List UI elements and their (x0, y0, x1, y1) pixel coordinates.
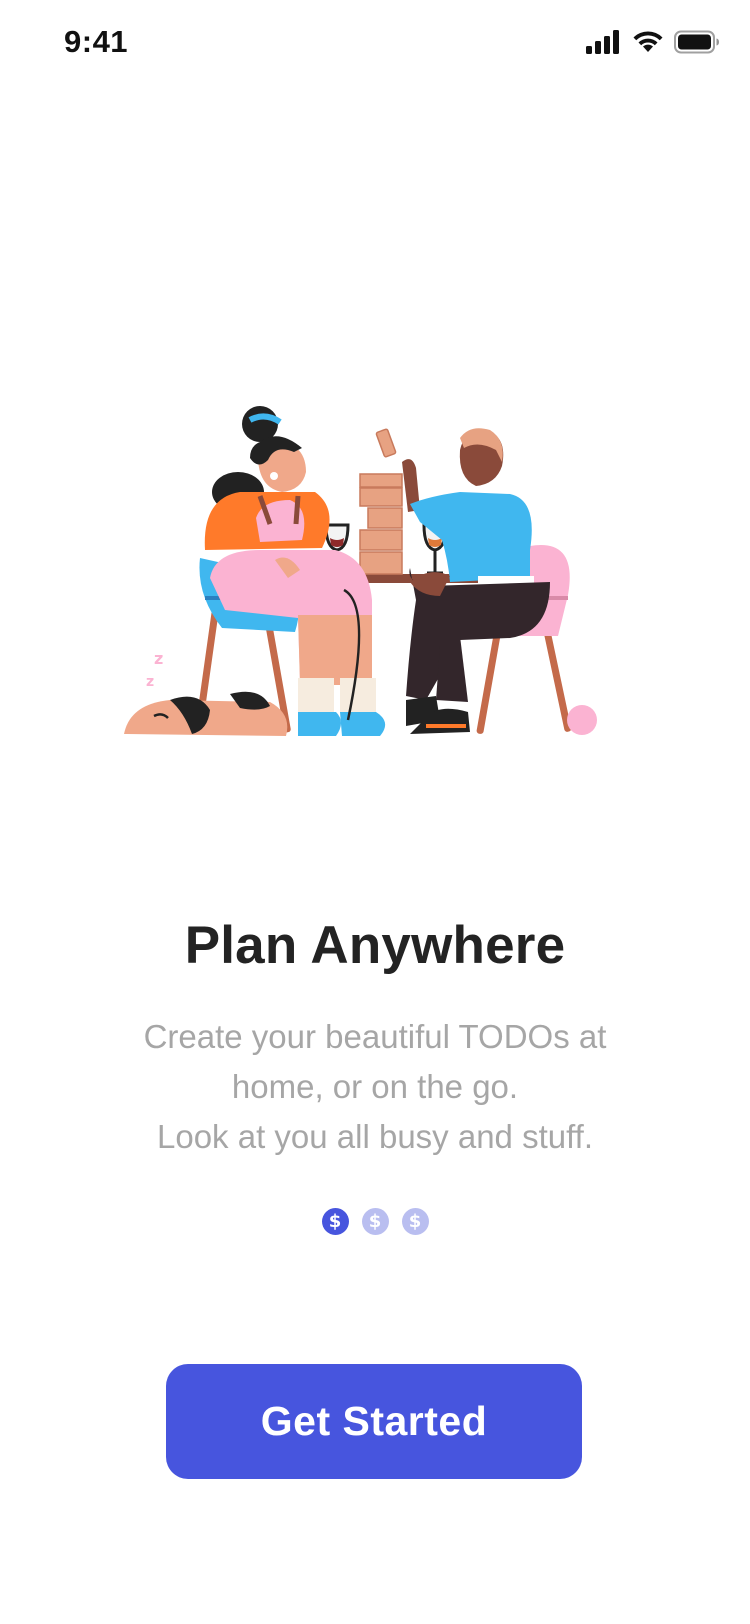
status-icons (586, 30, 720, 59)
status-bar: 9:41 (0, 0, 750, 90)
cellular-signal-icon (586, 30, 622, 59)
description-line: Create your beautiful TODOs at (143, 1018, 607, 1055)
page-dot-1-active[interactable]: $ (321, 1208, 349, 1235)
woman-figure (204, 406, 386, 736)
page-dot-3[interactable]: $ (401, 1208, 429, 1235)
page-title: Plan Anywhere (184, 916, 566, 975)
status-time: 9:41 (64, 24, 129, 59)
wifi-icon (632, 30, 664, 59)
battery-icon (674, 30, 720, 59)
description-line: Look at you all busy and stuff. (156, 1118, 593, 1155)
page-indicator: $ $ $ (0, 1208, 750, 1235)
friends-playing-jenga-illustration: z z (110, 400, 640, 770)
jenga-tower (359, 428, 403, 575)
onboarding-description: Create your beautiful TODOs at home, or … (100, 1012, 650, 1162)
page-dot-2[interactable]: $ (361, 1208, 389, 1235)
svg-text:z: z (154, 649, 163, 668)
get-started-button[interactable]: Get Started (166, 1364, 582, 1479)
svg-text:z: z (146, 674, 154, 690)
description-line: home, or on the go. (231, 1068, 519, 1105)
